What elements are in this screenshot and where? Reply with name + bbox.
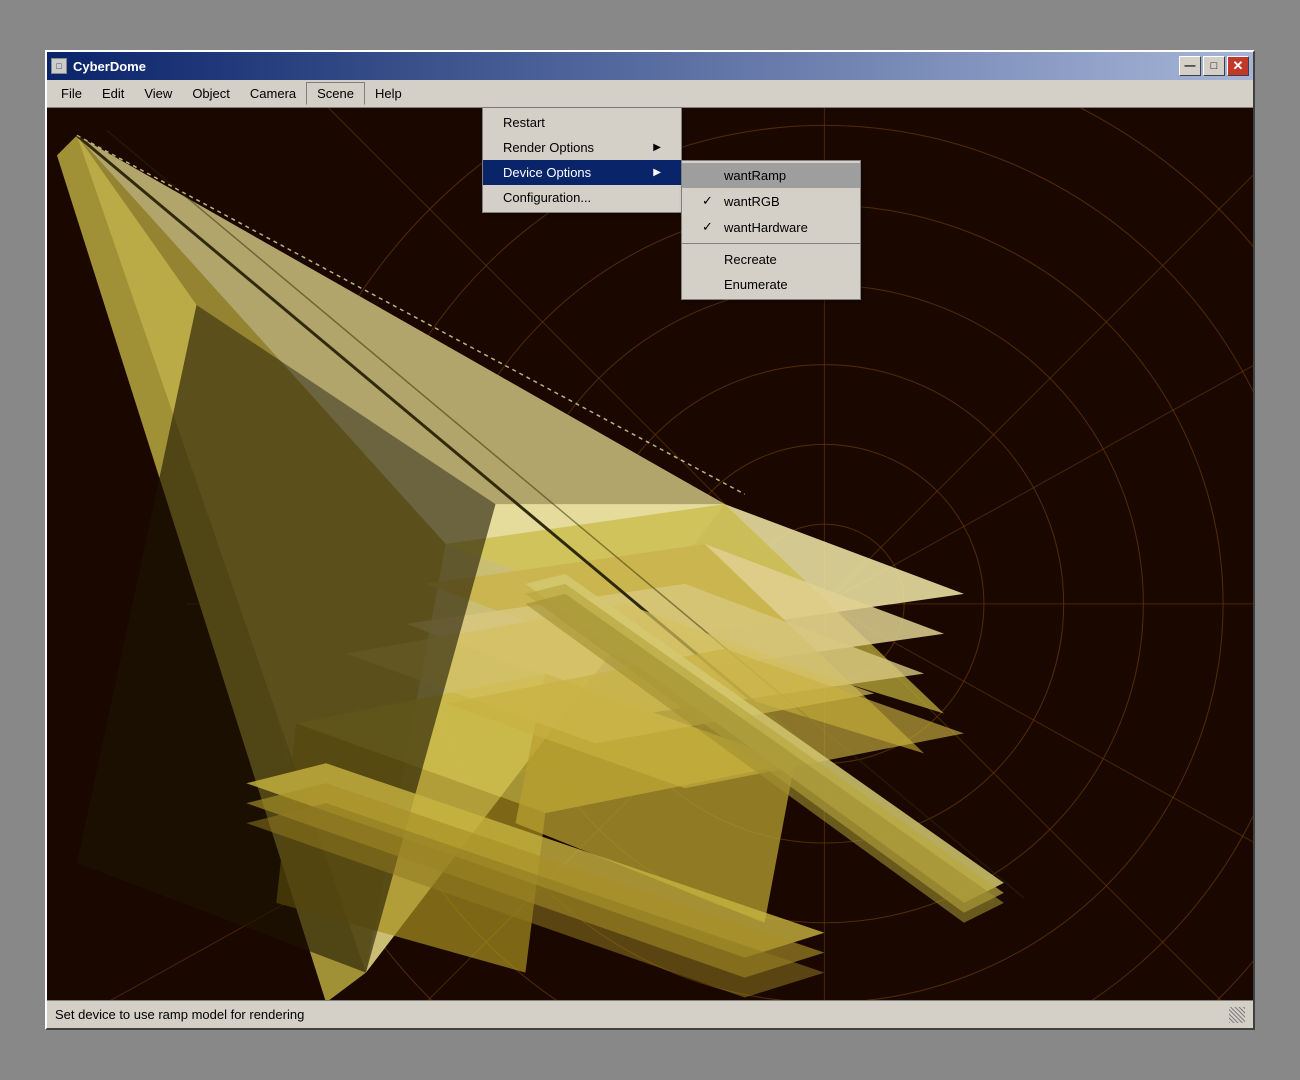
status-grip bbox=[1229, 1007, 1245, 1023]
menu-device-options[interactable]: Device Options ▶ wantRamp ✓ wantRGB bbox=[483, 160, 681, 185]
menu-scene[interactable]: Scene bbox=[306, 82, 365, 105]
menu-edit[interactable]: Edit bbox=[92, 83, 134, 104]
app-icon: □ bbox=[51, 58, 67, 74]
scene-svg bbox=[47, 108, 1253, 1000]
submenu-want-rgb[interactable]: ✓ wantRGB bbox=[682, 188, 860, 214]
want-hardware-check: ✓ bbox=[702, 219, 716, 235]
menu-object[interactable]: Object bbox=[182, 83, 240, 104]
status-text: Set device to use ramp model for renderi… bbox=[55, 1007, 304, 1022]
title-bar: □ CyberDome — □ ✕ bbox=[47, 52, 1253, 80]
menu-configuration[interactable]: Configuration... bbox=[483, 185, 681, 210]
maximize-button[interactable]: □ bbox=[1203, 56, 1225, 76]
submenu-want-hardware[interactable]: ✓ wantHardware bbox=[682, 214, 860, 240]
minimize-button[interactable]: — bbox=[1179, 56, 1201, 76]
menu-restart[interactable]: Restart bbox=[483, 110, 681, 135]
menu-file[interactable]: File bbox=[51, 83, 92, 104]
title-buttons: — □ ✕ bbox=[1179, 56, 1249, 76]
submenu-separator bbox=[682, 243, 860, 244]
close-button[interactable]: ✕ bbox=[1227, 56, 1249, 76]
submenu-want-ramp[interactable]: wantRamp bbox=[682, 163, 860, 188]
device-options-submenu: wantRamp ✓ wantRGB ✓ wantHardware bbox=[681, 160, 861, 300]
title-bar-left: □ CyberDome bbox=[51, 58, 146, 74]
canvas-area[interactable] bbox=[47, 108, 1253, 1000]
menu-render-options[interactable]: Render Options ▶ bbox=[483, 135, 681, 160]
submenu-enumerate[interactable]: Enumerate bbox=[682, 272, 860, 297]
want-rgb-check: ✓ bbox=[702, 193, 716, 209]
menu-bar: File Edit View Object Camera Scene Help … bbox=[47, 80, 1253, 108]
window-title: CyberDome bbox=[73, 59, 146, 74]
scene-menu: Restart Render Options ▶ Device Options … bbox=[482, 108, 682, 213]
submenu-recreate[interactable]: Recreate bbox=[682, 247, 860, 272]
device-options-arrow: ▶ bbox=[653, 167, 661, 178]
status-bar: Set device to use ramp model for renderi… bbox=[47, 1000, 1253, 1028]
menu-help[interactable]: Help bbox=[365, 83, 412, 104]
render-options-arrow: ▶ bbox=[653, 142, 661, 153]
menu-view[interactable]: View bbox=[134, 83, 182, 104]
main-window: □ CyberDome — □ ✕ File Edit View Object … bbox=[45, 50, 1255, 1030]
menu-camera[interactable]: Camera bbox=[240, 83, 306, 104]
scene-dropdown: Restart Render Options ▶ Device Options … bbox=[482, 108, 682, 213]
